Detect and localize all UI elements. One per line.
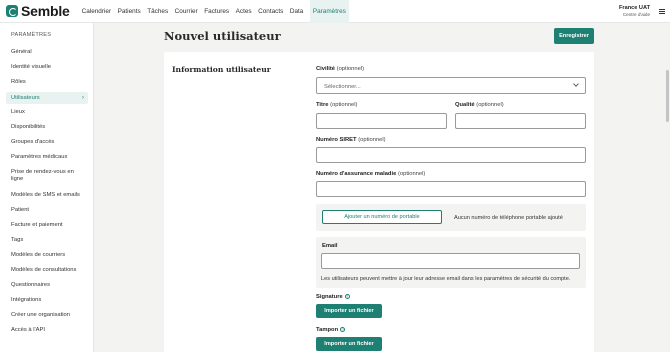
semble-logo-icon: [6, 5, 18, 17]
sidebar-title: PARAMÈTRES: [11, 32, 52, 38]
top-navigation-bar: Semble Calendrier Patients Tâches Courri…: [0, 0, 670, 23]
settings-sidebar: PARAMÈTRES Général Identité visuelle Rôl…: [0, 23, 94, 352]
nav-item-calendrier[interactable]: Calendrier: [82, 0, 111, 23]
sidebar-item-acces-api[interactable]: Accès à l'API: [6, 327, 88, 334]
info-icon[interactable]: ?: [340, 327, 346, 332]
sidebar-item-tags[interactable]: Tags: [6, 237, 88, 244]
sidebar-item-utilisateurs[interactable]: Utilisateurs ›: [6, 91, 88, 104]
insurance-number-label: Numéro d'assurance maladie (optionnel): [316, 171, 426, 177]
quality-label: Qualité (optionnel): [455, 102, 504, 108]
stamp-label: Tampon?: [316, 327, 346, 334]
email-hint-text: Les utilisateurs peuvent mettre à jour l…: [321, 276, 571, 282]
quality-input[interactable]: [455, 113, 586, 129]
nav-item-contacts[interactable]: Contacts: [258, 0, 283, 23]
account-switcher[interactable]: France UAT Centre d'aide: [619, 5, 650, 17]
no-mobile-number-text: Aucun numéro de téléphone portable ajout…: [454, 215, 563, 221]
email-input[interactable]: [321, 253, 580, 269]
signature-label: Signature?: [316, 294, 350, 301]
import-stamp-button[interactable]: Importer un fichier: [316, 337, 382, 351]
civility-label: Civilité (optionnel): [316, 66, 365, 72]
sidebar-item-lieux[interactable]: Lieux: [6, 109, 88, 116]
hamburger-menu-icon[interactable]: [659, 9, 665, 14]
sidebar-item-general[interactable]: Général: [6, 49, 88, 56]
info-icon[interactable]: ?: [344, 294, 350, 299]
add-mobile-number-button[interactable]: Ajouter un numéro de portable: [322, 210, 442, 224]
sidebar-item-identite-visuelle[interactable]: Identité visuelle: [6, 64, 88, 71]
brand-name: Semble: [21, 3, 70, 19]
sidebar-item-label: Utilisateurs: [11, 94, 40, 101]
sidebar-item-prise-rdv-en-ligne[interactable]: Prise de rendez-vous en ligne: [6, 169, 81, 183]
import-signature-button[interactable]: Importer un fichier: [316, 304, 382, 318]
chevron-down-icon: [573, 81, 579, 87]
sidebar-item-parametres-medicaux[interactable]: Paramètres médicaux: [6, 154, 88, 161]
insurance-number-input[interactable]: [316, 181, 586, 197]
nav-item-actes[interactable]: Actes: [236, 0, 252, 23]
civility-placeholder: Sélectionner...: [324, 84, 361, 90]
nav-item-taches[interactable]: Tâches: [147, 0, 168, 23]
save-button[interactable]: Enregistrer: [554, 28, 594, 44]
sidebar-item-patient[interactable]: Patient: [6, 207, 88, 214]
sidebar-item-roles[interactable]: Rôles: [6, 79, 88, 86]
siret-label: Numéro SIRET (optionnel): [316, 137, 386, 143]
title-input[interactable]: [316, 113, 447, 129]
siret-input[interactable]: [316, 147, 586, 163]
civility-select[interactable]: Sélectionner...: [316, 77, 586, 94]
logo[interactable]: Semble: [6, 3, 70, 19]
nav-item-patients[interactable]: Patients: [118, 0, 141, 23]
sidebar-item-integrations[interactable]: Intégrations: [6, 297, 88, 304]
sidebar-item-modeles-consultations[interactable]: Modèles de consultations: [6, 267, 88, 274]
main-nav: Calendrier Patients Tâches Courrier Fact…: [82, 0, 356, 23]
sidebar-item-questionnaires[interactable]: Questionnaires: [6, 282, 88, 289]
organization-name: France UAT: [619, 5, 650, 11]
nav-item-courrier[interactable]: Courrier: [175, 0, 198, 23]
title-label: Titre (optionnel): [316, 102, 358, 108]
page-scrollbar[interactable]: [666, 70, 669, 122]
sidebar-item-modeles-courriers[interactable]: Modèles de courriers: [6, 252, 88, 259]
nav-item-factures[interactable]: Factures: [204, 0, 229, 23]
sidebar-item-facture-paiement[interactable]: Facture et paiement: [6, 222, 88, 229]
section-title: Information utilisateur: [172, 65, 271, 74]
email-label: Email: [322, 243, 338, 249]
sidebar-item-groupes-acces[interactable]: Groupes d'accès: [6, 139, 88, 146]
help-center-link[interactable]: Centre d'aide: [619, 12, 650, 17]
nav-item-parametres[interactable]: Paramètres: [309, 0, 349, 23]
sidebar-item-modeles-sms-emails[interactable]: Modèles de SMS et emails: [6, 192, 88, 199]
sidebar-item-disponibilites[interactable]: Disponibilités: [6, 124, 88, 131]
chevron-right-icon: ›: [82, 94, 84, 101]
page-title: Nouvel utilisateur: [164, 29, 281, 43]
sidebar-item-creer-organisation[interactable]: Créer une organisation: [6, 312, 88, 319]
nav-item-data[interactable]: Data: [290, 0, 304, 23]
